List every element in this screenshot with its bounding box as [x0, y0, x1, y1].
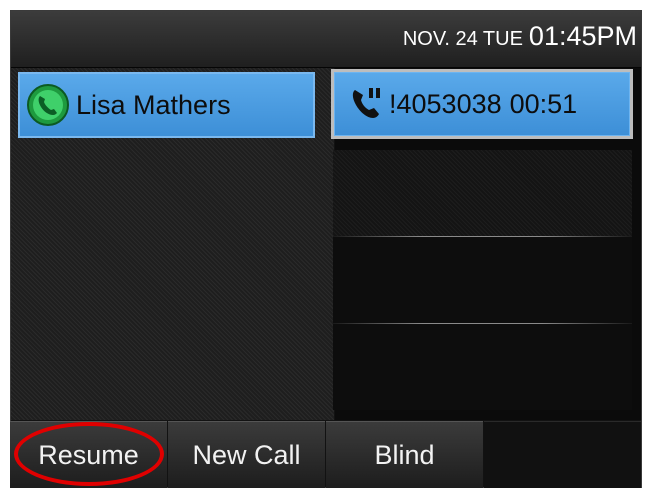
- handset-call-icon: [347, 84, 387, 124]
- line-key-lisa-mathers[interactable]: Lisa Mathers: [18, 72, 315, 138]
- call-sessions: [333, 150, 632, 410]
- blind-softkey[interactable]: Blind: [326, 421, 483, 488]
- resume-softkey[interactable]: Resume: [10, 421, 167, 488]
- status-date: NOV. 24 TUE: [402, 28, 523, 50]
- session-slot: [333, 150, 632, 236]
- contact-name: Lisa Mathers: [76, 89, 231, 120]
- call-number: !4053038: [389, 88, 502, 119]
- session-slot: [333, 324, 632, 410]
- active-call-key[interactable]: !4053038 00:51: [331, 69, 633, 139]
- session-slot: [333, 237, 632, 323]
- new-call-softkey[interactable]: New Call: [168, 421, 325, 488]
- status-time: 01:45PM: [528, 21, 637, 51]
- phone-green-icon: [26, 83, 70, 127]
- softkey-bar: Resume New Call Blind: [10, 421, 642, 488]
- status-bar: NOV. 24 TUE 01:45PM: [11, 11, 641, 68]
- date-time: NOV. 24 TUE 01:45PM: [403, 21, 637, 52]
- empty-softkey: [484, 421, 641, 488]
- call-duration: 00:51: [509, 88, 578, 119]
